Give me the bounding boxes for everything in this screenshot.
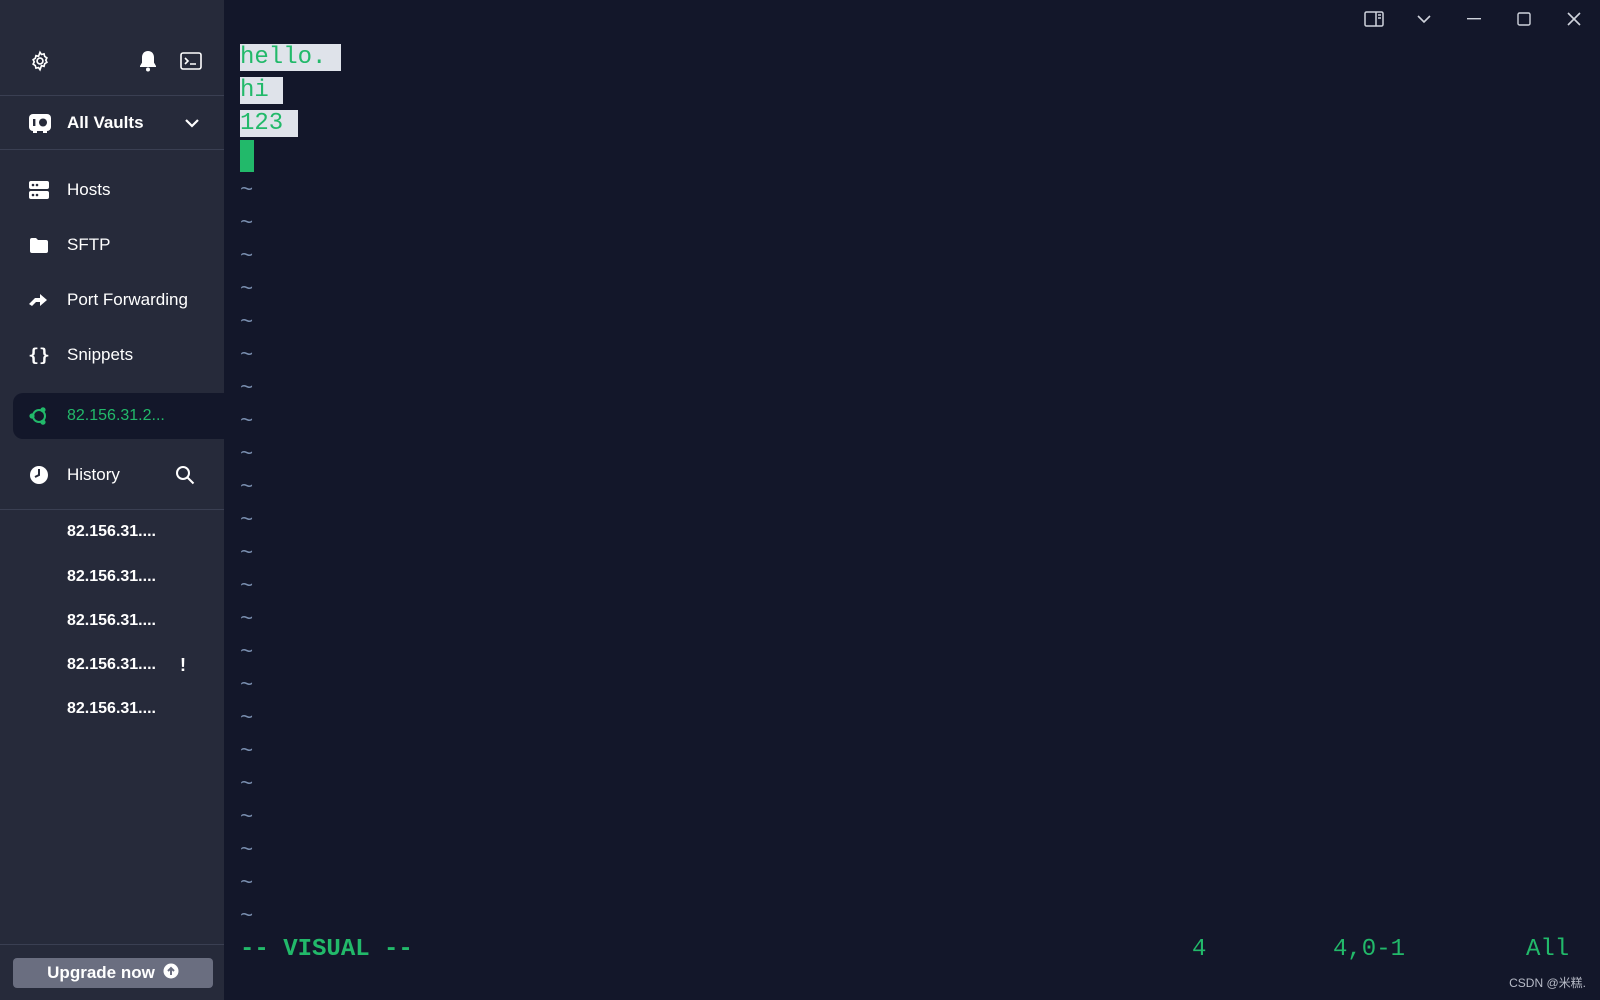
hosts-icon (27, 179, 51, 201)
editor-line-2: hi (240, 74, 284, 107)
selected-text: 123 (240, 110, 284, 137)
upgrade-label: Upgrade now (47, 963, 155, 982)
nav-item-hosts[interactable]: Hosts (0, 167, 224, 213)
tilde-marker: ~ (240, 277, 254, 302)
tilde-marker: ~ (240, 904, 254, 929)
warning-icon: ! (180, 655, 186, 675)
tilde-marker: ~ (240, 574, 254, 599)
selection-pad (326, 44, 341, 71)
divider (0, 149, 224, 150)
cursor (240, 140, 254, 172)
port-forwarding-icon (27, 289, 51, 311)
terminal[interactable]: hello. hi 123 ~ ~ ~ ~ ~ ~ ~ ~ ~ ~ ~ ~ ~ ~ ~ ~ ~ ~ ~ ~ ~ ~ ~ --… (224, 0, 1600, 1000)
selected-text: hi (240, 77, 269, 104)
tilde-marker: ~ (240, 343, 254, 368)
history-item[interactable]: 82.156.31.... (67, 610, 156, 632)
tilde-marker: ~ (240, 739, 254, 764)
chevron-down-icon (183, 114, 201, 137)
tilde-marker: ~ (240, 376, 254, 401)
tilde-marker: ~ (240, 673, 254, 698)
close-icon[interactable] (1560, 8, 1588, 30)
selected-count: 4 (1192, 936, 1207, 963)
vim-mode: -- VISUAL -- (240, 936, 413, 963)
nav-item-history[interactable]: History (0, 452, 224, 498)
sidebar-toggle-icon[interactable] (1360, 8, 1388, 30)
settings-gear-icon[interactable] (26, 47, 54, 75)
tilde-marker: ~ (240, 409, 254, 434)
braces-icon: {} (28, 344, 50, 366)
nav-label: Snippets (67, 345, 134, 364)
search-icon[interactable] (175, 465, 195, 490)
history-item[interactable]: 82.156.31.... (67, 654, 156, 676)
history-item[interactable]: 82.156.31.... (67, 521, 156, 543)
bell-icon[interactable] (134, 47, 162, 75)
nav-label: SFTP (67, 235, 111, 254)
tilde-marker: ~ (240, 244, 254, 269)
chevron-down-icon[interactable] (1410, 8, 1438, 30)
arrow-up-circle-icon (163, 963, 179, 984)
tilde-marker: ~ (240, 508, 254, 533)
watermark: CSDN @米糕. (1509, 976, 1586, 990)
ubuntu-icon (27, 405, 51, 427)
nav-item-sftp[interactable]: SFTP (0, 222, 224, 268)
sidebar: All Vaults Hosts SFTP Port Forwarding {}… (0, 0, 224, 1000)
cursor-position: 4,0-1 (1333, 936, 1406, 963)
history-item[interactable]: 82.156.31.... (67, 698, 156, 720)
tilde-marker: ~ (240, 310, 254, 335)
vault-icon (28, 111, 52, 140)
tilde-marker: ~ (240, 805, 254, 830)
tilde-marker: ~ (240, 772, 254, 797)
selection-pad (283, 110, 298, 137)
tilde-marker: ~ (240, 838, 254, 863)
selection-pad (268, 77, 284, 104)
nav-label: Hosts (67, 180, 111, 199)
divider (0, 509, 224, 510)
nav-item-port-forwarding[interactable]: Port Forwarding (0, 277, 224, 323)
editor-line-3: 123 (240, 107, 298, 140)
clock-icon (27, 464, 51, 486)
tilde-marker: ~ (240, 871, 254, 896)
vault-selector[interactable]: All Vaults (0, 96, 224, 150)
editor-line-1: hello. (240, 41, 341, 74)
maximize-icon[interactable] (1510, 8, 1538, 30)
tilde-marker: ~ (240, 178, 254, 203)
divider (0, 944, 224, 945)
tilde-marker: ~ (240, 442, 254, 467)
session-label: 82.156.31.2... (67, 407, 165, 424)
tilde-marker: ~ (240, 211, 254, 236)
terminal-icon[interactable] (177, 47, 205, 75)
vault-label: All Vaults (67, 113, 144, 132)
tilde-marker: ~ (240, 706, 254, 731)
scroll-indicator: All (1526, 936, 1570, 963)
folder-icon (27, 234, 51, 256)
tilde-marker: ~ (240, 475, 254, 500)
history-item[interactable]: 82.156.31.... (67, 566, 156, 588)
nav-label: Port Forwarding (67, 290, 188, 309)
tilde-marker: ~ (240, 640, 254, 665)
upgrade-button[interactable]: Upgrade now (13, 958, 213, 988)
nav-label: History (67, 465, 120, 484)
tilde-marker: ~ (240, 541, 254, 566)
active-session-tab[interactable]: 82.156.31.2... (13, 393, 224, 439)
nav-item-snippets[interactable]: {} Snippets (0, 332, 224, 378)
minimize-icon[interactable] (1460, 8, 1488, 30)
selected-text: hello. (240, 44, 327, 71)
tilde-marker: ~ (240, 607, 254, 632)
